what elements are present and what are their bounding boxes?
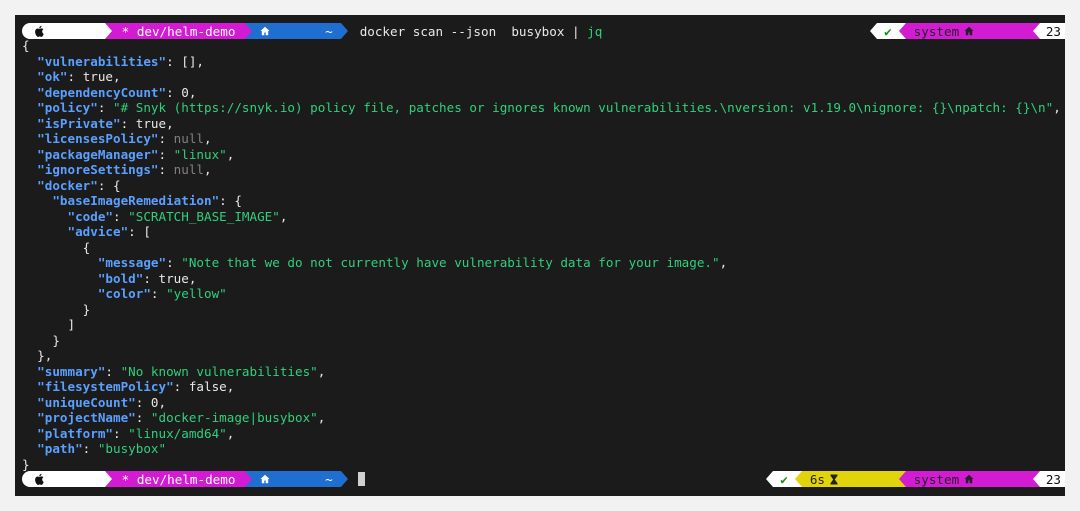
json-line: "platform": "linux/amd64", (37, 426, 235, 441)
json-line: } (22, 333, 60, 348)
prompt-line-bottom: * dev/helm-demo ~ (22, 471, 365, 487)
home-icon (964, 15, 1025, 66)
json-line: } (22, 302, 91, 317)
json-line: "baseImageRemediation": { (52, 193, 242, 208)
json-line: "vulnerabilities": [], (37, 54, 205, 69)
env-label: system (913, 471, 960, 487)
status-check-icon: ✔ (773, 471, 795, 487)
time-segment: 23 (1039, 471, 1065, 487)
asterisk-icon: * (121, 471, 137, 487)
json-line: "message": "Note that we do not currentl… (97, 255, 728, 270)
apple-icon (34, 443, 95, 496)
prompt-line-top: * dev/helm-demo ~ docker scan --json bus… (22, 23, 602, 39)
json-line: "color": "yellow" (97, 286, 227, 301)
duration-segment: 6s (801, 471, 899, 487)
terminal-cursor[interactable] (357, 472, 365, 486)
env-segment: system (905, 471, 1033, 487)
json-line: "dependencyCount": 0, (37, 85, 197, 100)
json-line: "uniqueCount": 0, (37, 395, 167, 410)
json-line: "bold": true, (97, 271, 197, 286)
json-line: ] (22, 317, 76, 332)
json-line: "docker": { (37, 178, 121, 193)
json-line: }, (22, 348, 53, 363)
terminal-window[interactable]: * dev/helm-demo ~ docker scan --json bus… (15, 15, 1065, 496)
json-line: "projectName": "docker-image|busybox", (37, 410, 326, 425)
status-check-icon: ✔ (877, 23, 899, 39)
dir-segment: ~ (252, 23, 341, 39)
json-line: "filesystemPolicy": false, (37, 379, 235, 394)
home-icon (260, 15, 321, 66)
dir-label: ~ (325, 23, 333, 39)
context-segment: * dev/helm-demo (111, 23, 246, 39)
right-prompt-bottom: ✔ 6s system 23 (766, 471, 1065, 487)
context-label: dev/helm-demo (136, 471, 236, 487)
os-segment (22, 471, 105, 487)
json-line: { (22, 38, 30, 53)
hourglass-icon (830, 444, 891, 497)
json-line: "advice": [ (67, 224, 151, 239)
json-line: "code": "SCRATCH_BASE_IMAGE", (67, 209, 288, 224)
json-line: "ok": true, (37, 69, 121, 84)
json-line: "ignoreSettings": null, (37, 162, 212, 177)
context-label: dev/helm-demo (136, 23, 236, 39)
json-line: "packageManager": "linux", (37, 147, 235, 162)
asterisk-icon: * (121, 23, 137, 39)
home-icon (260, 444, 321, 496)
home-icon (964, 444, 1025, 496)
env-label: system (913, 23, 960, 39)
env-segment: system (905, 23, 1033, 39)
json-line: "isPrivate": true, (37, 116, 174, 131)
os-segment (22, 23, 105, 39)
right-prompt-top: ✔ system 23 (870, 23, 1065, 39)
json-line: "policy": "# Snyk (https://snyk.io) poli… (37, 100, 1061, 115)
json-line: "summary": "No known vulnerabilities", (37, 364, 326, 379)
context-segment: * dev/helm-demo (111, 471, 246, 487)
time-segment: 23 (1039, 23, 1065, 39)
dir-label: ~ (325, 471, 333, 487)
command-text: docker scan --json busybox | jq (359, 23, 603, 39)
json-line: { (22, 240, 91, 255)
json-line: "licensesPolicy": null, (37, 131, 212, 146)
dir-segment: ~ (252, 471, 341, 487)
duration-label: 6s (809, 471, 825, 487)
